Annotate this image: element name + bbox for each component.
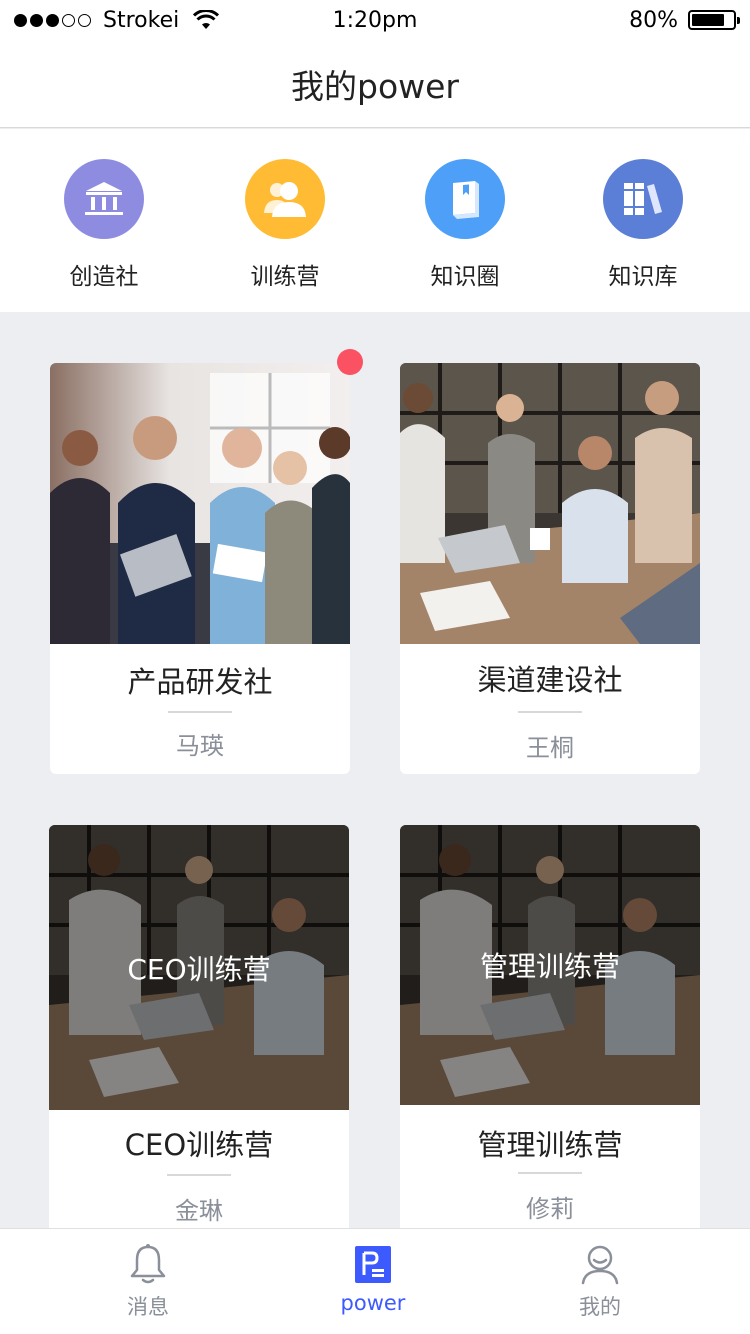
notification-dot [337, 349, 363, 375]
club-card[interactable]: CEO训练营 CEO训练营 金琳 [49, 825, 349, 1245]
card-title: 管理训练营 [477, 1128, 623, 1162]
category-label: 知识圈 [430, 264, 500, 290]
category-zhishiquan[interactable]: 知识圈 [390, 159, 540, 291]
card-owner: 王桐 [526, 734, 574, 762]
bell-icon [130, 1244, 166, 1284]
meeting-photo: 管理训练营 [400, 825, 700, 1105]
institution-icon [64, 159, 144, 239]
tab-power[interactable]: power [298, 1243, 448, 1315]
team-photo [50, 363, 350, 644]
tab-label: power [340, 1291, 406, 1315]
card-image-caption: 管理训练营 [479, 950, 620, 983]
category-xunlianying[interactable]: 训练营 [210, 159, 360, 291]
carrier-name: Strokei [103, 7, 180, 33]
book-icon [425, 159, 505, 239]
tab-mine[interactable]: 我的 [525, 1243, 675, 1321]
battery-percent: 80% [629, 7, 678, 33]
category-row: 创造社 训练营 知识圈 知识库 [0, 129, 750, 312]
signal-strength-icon [14, 13, 91, 27]
battery-icon [688, 10, 740, 30]
club-card[interactable]: 产品研发社 马瑛 [50, 363, 350, 774]
divider [167, 1174, 231, 1176]
wifi-icon [193, 10, 220, 29]
tab-label: 我的 [579, 1295, 621, 1319]
club-card[interactable]: 渠道建设社 王桐 [400, 363, 700, 774]
user-icon [581, 1245, 619, 1285]
page-title: 我的power [291, 66, 459, 106]
card-owner: 金琳 [175, 1197, 223, 1225]
club-card[interactable]: 管理训练营 管理训练营 修莉 [400, 825, 700, 1245]
tab-label: 消息 [127, 1295, 169, 1319]
divider [518, 711, 582, 713]
card-title: CEO训练营 [124, 1128, 274, 1162]
tab-messages[interactable]: 消息 [73, 1243, 223, 1321]
status-bar: Strokei 1:20pm 80% [0, 0, 750, 40]
card-owner: 修莉 [526, 1195, 574, 1223]
people-icon [245, 159, 325, 239]
power-doc-icon [355, 1246, 391, 1283]
tab-bar: 消息 power 我的 [0, 1228, 750, 1334]
divider [518, 1172, 582, 1174]
card-title: 产品研发社 [127, 665, 273, 699]
category-label: 训练营 [250, 264, 320, 290]
category-chuangzaoshe[interactable]: 创造社 [29, 159, 179, 291]
category-label: 知识库 [608, 264, 678, 290]
category-label: 创造社 [69, 264, 139, 290]
card-image-caption: CEO训练营 [127, 952, 271, 986]
library-icon [603, 159, 683, 239]
nav-bar: 我的power [0, 40, 750, 128]
card-owner: 马瑛 [176, 732, 224, 760]
divider [168, 711, 232, 713]
card-title: 渠道建设社 [477, 663, 623, 697]
meeting-photo [400, 363, 700, 644]
meeting-photo: CEO训练营 [49, 825, 349, 1110]
category-zhishiku[interactable]: 知识库 [568, 159, 718, 291]
